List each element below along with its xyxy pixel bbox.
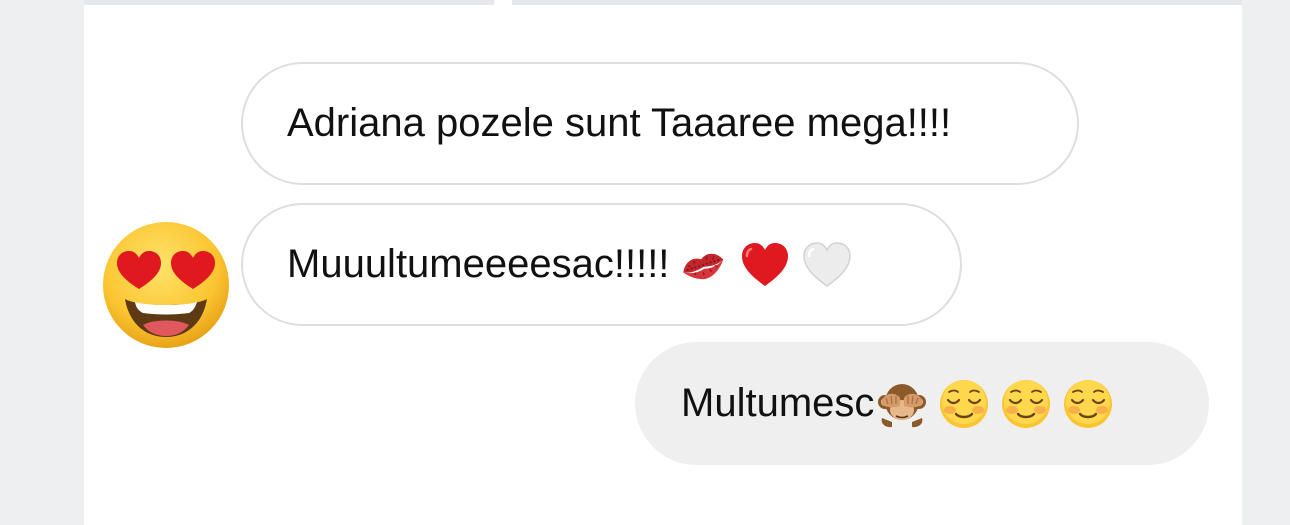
heart-eyes-face-icon xyxy=(99,219,233,351)
message-text: Multumesc xyxy=(681,381,875,425)
red-heart-icon xyxy=(739,239,791,291)
white-heart-icon xyxy=(801,239,853,291)
smiling-face-icon xyxy=(938,378,990,430)
message-bubble-outgoing[interactable]: Multumesc xyxy=(635,342,1209,465)
smiling-face-icon xyxy=(1062,378,1114,430)
see-no-evil-monkey-icon xyxy=(876,378,928,430)
smiling-face-icon xyxy=(1000,378,1052,430)
message-bubble-incoming[interactable]: Muuultumeeeesac!!!!! xyxy=(241,203,962,326)
divider-line-left xyxy=(84,0,494,5)
kiss-mark-icon xyxy=(677,239,729,291)
message-text: Adriana pozele sunt Taaaree mega!!!! xyxy=(287,101,952,145)
message-bubble-incoming[interactable]: Adriana pozele sunt Taaaree mega!!!! xyxy=(241,62,1079,185)
divider-line-right xyxy=(512,0,1242,5)
message-text: Muuultumeeeesac!!!!! xyxy=(287,242,670,286)
